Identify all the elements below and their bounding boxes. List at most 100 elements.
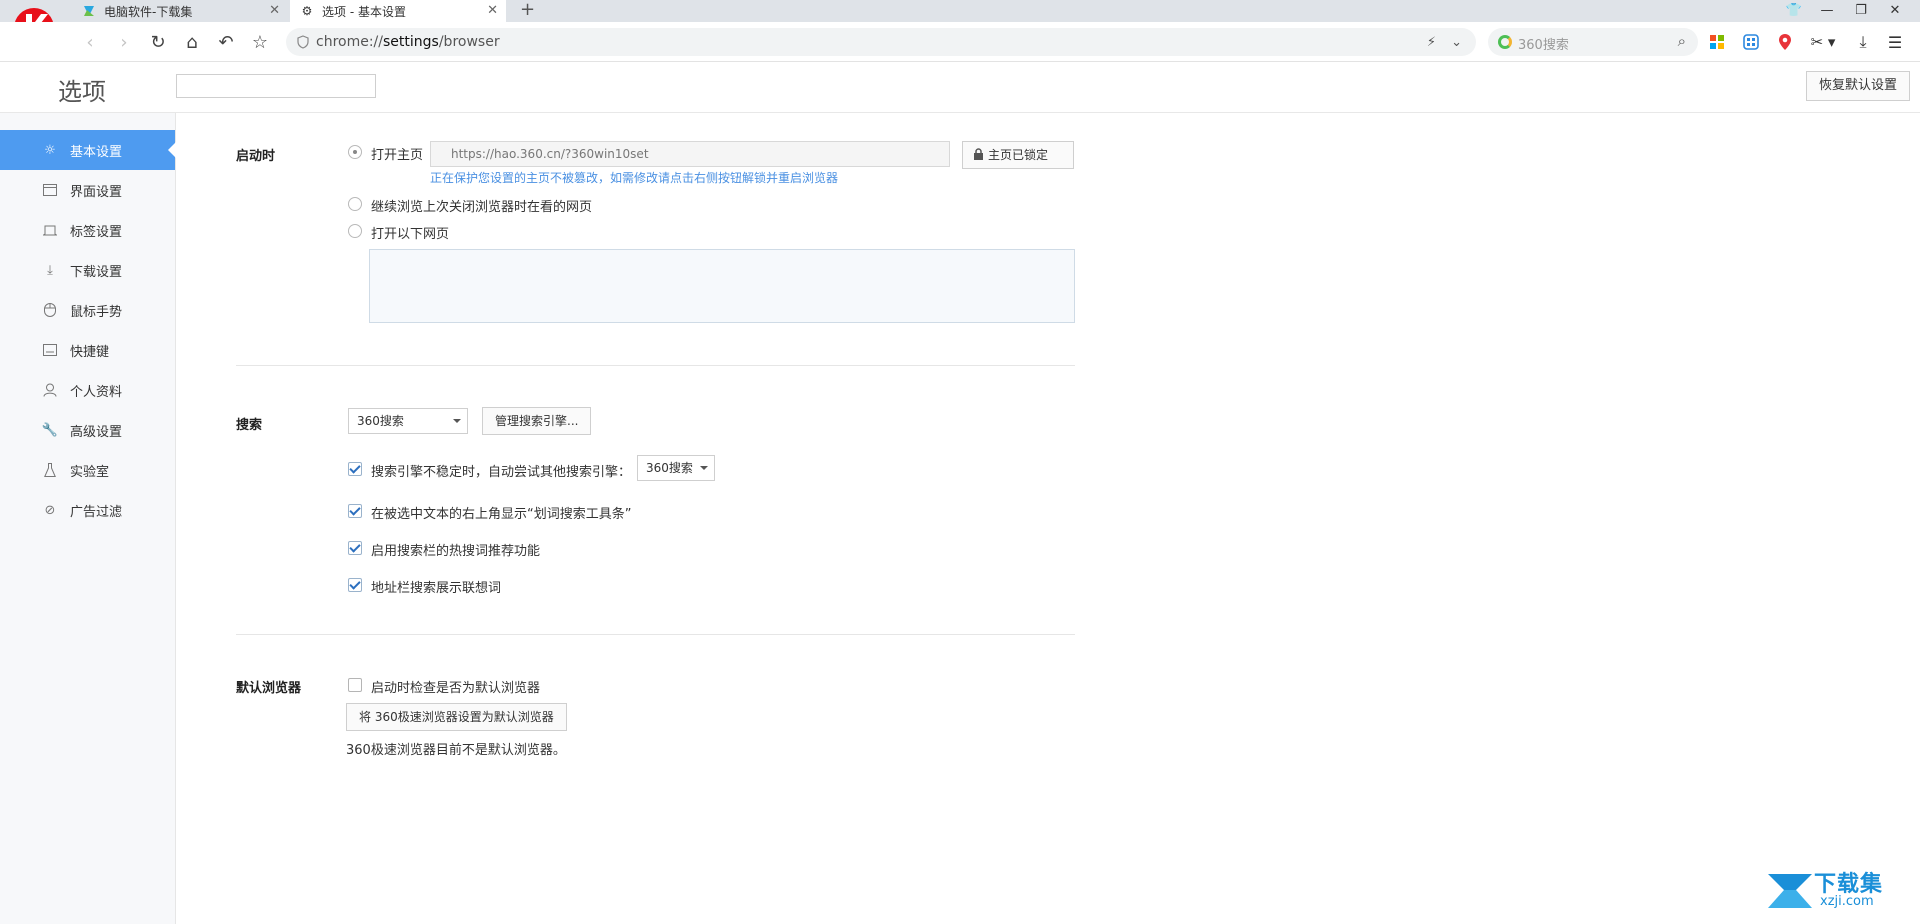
- sidebar-item-label: 标签设置: [70, 224, 123, 240]
- apps-grid-icon[interactable]: [1706, 31, 1728, 53]
- address-text: chrome://settings/browser: [316, 34, 500, 50]
- shield-icon: [297, 35, 309, 49]
- sidebar-item-label: 界面设置: [70, 184, 123, 200]
- address-bar[interactable]: chrome://settings/browser ⚡ ⌄: [286, 28, 1476, 56]
- location-pin-icon[interactable]: [1774, 31, 1796, 53]
- radio-label: 打开主页: [371, 148, 424, 163]
- site-favicon-icon: [82, 4, 96, 18]
- settings-content: 启动时 打开主页 https://hao.360.cn/?360win10set…: [176, 113, 1076, 924]
- sidebar-item-mouse[interactable]: 鼠标手势: [0, 290, 175, 330]
- search-box[interactable]: 360搜索 ⌕: [1488, 28, 1698, 56]
- startup-pages-list[interactable]: [369, 249, 1075, 323]
- app-store-icon[interactable]: [1740, 31, 1762, 53]
- sidebar-item-advanced[interactable]: 🔧 高级设置: [0, 410, 175, 450]
- checkbox-label: 启用搜索栏的热搜词推荐功能: [371, 544, 541, 559]
- new-tab-button[interactable]: +: [520, 0, 535, 22]
- fallback-engine-select[interactable]: 360搜索: [637, 455, 715, 481]
- wrench-icon: 🔧: [41, 422, 59, 438]
- sidebar-item-adblock[interactable]: ⊘ 广告过滤: [0, 490, 175, 530]
- undo-icon[interactable]: ↶: [214, 30, 238, 54]
- section-label-search: 搜索: [236, 418, 263, 433]
- sidebar-item-tabs[interactable]: 标签设置: [0, 210, 175, 250]
- homepage-url-field: https://hao.360.cn/?360win10set: [430, 141, 950, 167]
- checkbox-address-suggest[interactable]: [348, 578, 362, 592]
- keyboard-icon: [42, 342, 58, 358]
- chevron-down-icon[interactable]: ⌄: [1451, 35, 1462, 50]
- homepage-lock-button[interactable]: 主页已锁定: [962, 141, 1074, 169]
- settings-search-input[interactable]: [176, 74, 376, 98]
- section-label-default-browser: 默认浏览器: [236, 681, 302, 696]
- forward-icon[interactable]: ›: [112, 30, 136, 54]
- watermark-logo-icon: [1768, 874, 1812, 908]
- sidebar-item-basic[interactable]: ☼ 基本设置: [0, 130, 176, 170]
- sidebar-item-label: 实验室: [70, 464, 110, 480]
- section-divider: [236, 365, 1075, 366]
- flask-icon: [42, 462, 58, 478]
- page-title: 选项: [58, 78, 106, 106]
- tab-download-site[interactable]: 电脑软件-下载集 ✕: [72, 0, 288, 22]
- star-icon[interactable]: ☆: [248, 30, 272, 54]
- checkbox-label: 地址栏搜索展示联想词: [371, 581, 502, 596]
- sidebar-item-download[interactable]: ⤓ 下载设置: [0, 250, 175, 290]
- minimize-button[interactable]: —: [1812, 0, 1842, 22]
- sidebar-item-profile[interactable]: 个人资料: [0, 370, 175, 410]
- menu-icon[interactable]: ☰: [1884, 31, 1906, 53]
- close-tab-icon[interactable]: ✕: [269, 3, 280, 18]
- search-engine-select[interactable]: 360搜索: [348, 408, 468, 434]
- search-placeholder: 360搜索: [1518, 38, 1569, 53]
- sidebar-item-lab[interactable]: 实验室: [0, 450, 175, 490]
- settings-sidebar: ☼ 基本设置 界面设置 标签设置 ⤓ 下载设置 鼠标手势 快捷键 个人资料 🔧 …: [0, 113, 176, 924]
- settings-header: 选项 恢复默认设置: [0, 63, 1920, 113]
- search-icon[interactable]: ⌕: [1678, 32, 1686, 50]
- radio-continue-last-session[interactable]: [348, 197, 362, 211]
- download-icon: ⤓: [47, 262, 53, 278]
- checkbox-check-default[interactable]: [348, 678, 362, 692]
- browser-toolbar: ‹ › ↻ ⌂ ↶ ☆ chrome://settings/browser ⚡ …: [0, 22, 1920, 62]
- restore-window-button[interactable]: ❐: [1846, 0, 1876, 22]
- chevron-down-icon: [453, 419, 461, 423]
- search-engine-logo-icon: [1498, 35, 1512, 49]
- section-label-startup: 启动时: [236, 149, 276, 164]
- checkbox-label: 启动时检查是否为默认浏览器: [371, 681, 541, 696]
- lightning-icon[interactable]: ⚡: [1427, 35, 1436, 50]
- chevron-down-icon: [700, 466, 708, 470]
- lock-icon: [974, 148, 983, 160]
- mouse-icon: [42, 302, 58, 318]
- radio-label: 打开以下网页: [371, 227, 450, 242]
- set-default-browser-button[interactable]: 将 360极速浏览器设置为默认浏览器: [346, 703, 567, 731]
- sidebar-item-label: 快捷键: [70, 344, 110, 360]
- tab-settings[interactable]: ⚙ 选项 - 基本设置 ✕: [290, 0, 506, 22]
- sidebar-item-shortcuts[interactable]: 快捷键: [0, 330, 175, 370]
- checkbox-selection-toolbar[interactable]: [348, 504, 362, 518]
- sidebar-item-label: 下载设置: [70, 264, 123, 280]
- block-icon: ⊘: [44, 502, 56, 518]
- reload-icon[interactable]: ↻: [146, 30, 170, 54]
- home-icon[interactable]: ⌂: [180, 30, 204, 54]
- back-icon[interactable]: ‹: [78, 30, 102, 54]
- radio-open-pages[interactable]: [348, 224, 362, 238]
- checkbox-label: 搜索引擎不稳定时，自动尝试其他搜索引擎：: [371, 465, 632, 480]
- close-tab-icon[interactable]: ✕: [487, 3, 498, 18]
- tab-icon: [42, 222, 58, 238]
- skin-icon[interactable]: 👕: [1779, 0, 1809, 22]
- checkbox-label: 在被选中文本的右上角显示“划词搜索工具条”: [371, 507, 632, 522]
- default-browser-status: 360极速浏览器目前不是默认浏览器。: [346, 743, 566, 758]
- sidebar-item-label: 高级设置: [70, 424, 123, 440]
- manage-search-engines-button[interactable]: 管理搜索引擎...: [482, 407, 592, 435]
- sidebar-item-label: 个人资料: [70, 384, 123, 400]
- radio-open-homepage[interactable]: [348, 145, 362, 159]
- scissors-icon[interactable]: ✂ ▾: [1808, 31, 1838, 53]
- sidebar-item-interface[interactable]: 界面设置: [0, 170, 175, 210]
- checkbox-fallback-engine[interactable]: [348, 462, 362, 476]
- download-icon[interactable]: ⤓: [1852, 31, 1874, 53]
- restore-defaults-button[interactable]: 恢复默认设置: [1805, 71, 1910, 101]
- radio-label: 继续浏览上次关闭浏览器时在看的网页: [371, 200, 593, 215]
- watermark-site: xzji.com: [1820, 894, 1874, 909]
- section-divider: [236, 634, 1075, 635]
- tab-title: 选项 - 基本设置: [322, 4, 406, 19]
- close-window-button[interactable]: ✕: [1880, 0, 1910, 22]
- gear-icon: ☼: [44, 142, 56, 158]
- sidebar-item-label: 基本设置: [70, 144, 123, 160]
- checkbox-hot-search[interactable]: [348, 541, 362, 555]
- homepage-protection-notice: 正在保护您设置的主页不被篡改，如需修改请点击右侧按钮解锁并重启浏览器: [430, 171, 839, 185]
